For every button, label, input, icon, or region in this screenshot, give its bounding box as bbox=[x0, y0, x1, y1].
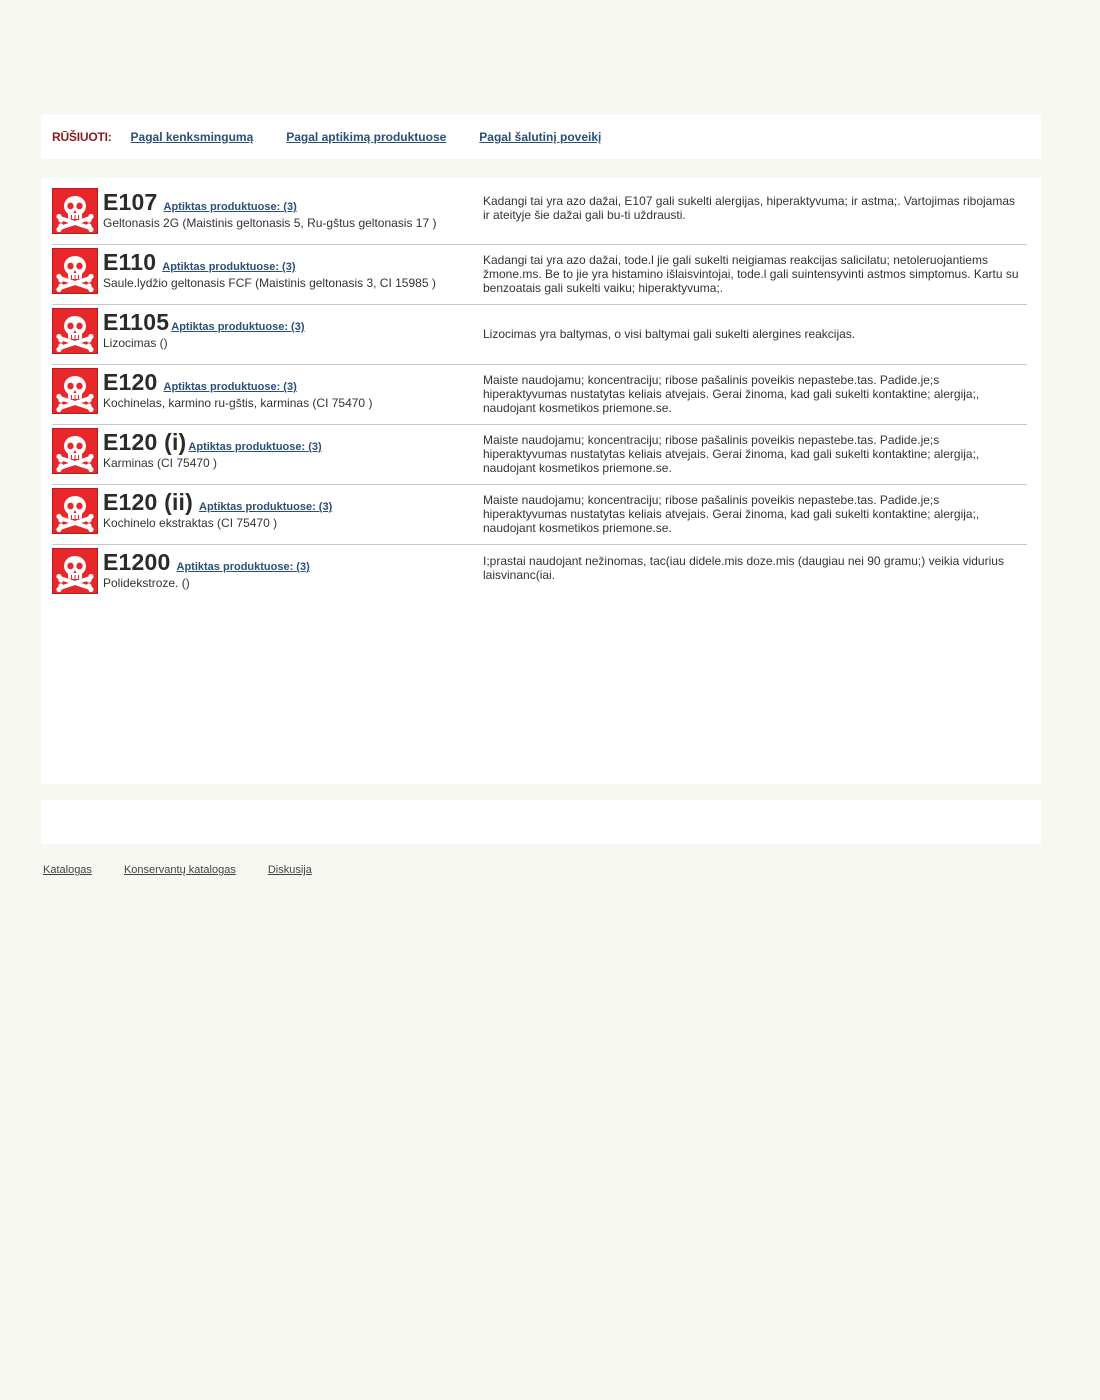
skull-crossbones-icon bbox=[52, 248, 98, 294]
additive-name: Lizocimas () bbox=[103, 336, 168, 350]
footer-link-discussion[interactable]: Diskusija bbox=[268, 864, 312, 876]
list-item: E107 Aptiktas produktuose: (3) Geltonasi… bbox=[52, 185, 1027, 245]
found-in-products-link[interactable]: Aptiktas produktuose: (3) bbox=[164, 201, 297, 213]
additive-name: Polidekstroze. () bbox=[103, 576, 190, 590]
additive-description: Lizocimas yra baltymas, o visi baltymai … bbox=[483, 326, 856, 341]
skull-crossbones-icon bbox=[52, 188, 98, 234]
skull-crossbones-icon bbox=[52, 428, 98, 474]
additive-name: Kochinelas, karmino ru-gštis, karminas (… bbox=[103, 396, 373, 410]
additive-name: Kochinelo ekstraktas (CI 75470 ) bbox=[103, 516, 278, 530]
additive-code: E110 bbox=[103, 249, 157, 275]
list-item: E120 (ii) Aptiktas produktuose: (3) Koch… bbox=[52, 485, 1027, 545]
additive-name: Saule.lydžio geltonasis FCF (Maistinis g… bbox=[103, 276, 436, 290]
additive-code: E120 (ii) bbox=[103, 489, 194, 515]
found-in-products-link[interactable]: Aptiktas produktuose: (3) bbox=[199, 501, 332, 513]
additive-description: Kadangi tai yra azo dažai, tode.l jie ga… bbox=[483, 252, 1019, 295]
additive-description: I;prastai naudojant nežinomas, tac(iau d… bbox=[483, 554, 1004, 582]
list-item: E1200 Aptiktas produktuose: (3) Polideks… bbox=[52, 545, 1027, 605]
found-in-products-link[interactable]: Aptiktas produktuose: (3) bbox=[188, 441, 321, 453]
skull-crossbones-icon bbox=[52, 368, 98, 414]
list-item: E1105 Aptiktas produktuose: (3) Lizocima… bbox=[52, 305, 1027, 365]
footer-nav: Katalogas Konservantų katalogas Diskusij… bbox=[43, 864, 344, 876]
sort-by-side-effect-link[interactable]: Pagal šalutinį poveikį bbox=[479, 130, 601, 144]
additive-list: E107 Aptiktas produktuose: (3) Geltonasi… bbox=[41, 178, 1041, 784]
list-item: E120 (i) Aptiktas produktuose: (3) Karmi… bbox=[52, 425, 1027, 485]
found-in-products-link[interactable]: Aptiktas produktuose: (3) bbox=[171, 321, 304, 333]
additive-description: Maiste naudojamu; koncentraciju; ribose … bbox=[483, 492, 980, 535]
additive-name: Geltonasis 2G (Maistinis geltonasis 5, R… bbox=[103, 216, 437, 230]
empty-panel bbox=[41, 800, 1041, 844]
footer-link-preservatives-catalog[interactable]: Konservantų katalogas bbox=[124, 864, 236, 876]
sort-by-occurrence-link[interactable]: Pagal aptikimą produktuose bbox=[286, 130, 446, 144]
additive-description: Kadangi tai yra azo dažai, E107 gali suk… bbox=[483, 194, 1016, 222]
additive-code: E1200 bbox=[103, 549, 171, 575]
found-in-products-link[interactable]: Aptiktas produktuose: (3) bbox=[162, 261, 295, 273]
additive-code: E120 bbox=[103, 369, 158, 395]
additive-code: E107 bbox=[103, 189, 158, 215]
list-item: E110 Aptiktas produktuose: (3) Saule.lyd… bbox=[52, 245, 1027, 305]
found-in-products-link[interactable]: Aptiktas produktuose: (3) bbox=[164, 381, 297, 393]
found-in-products-link[interactable]: Aptiktas produktuose: (3) bbox=[177, 561, 310, 573]
sort-label: RŪŠIUOTI: bbox=[52, 130, 112, 144]
skull-crossbones-icon bbox=[52, 488, 98, 534]
footer-link-catalog[interactable]: Katalogas bbox=[43, 864, 92, 876]
additive-code: E1105 bbox=[103, 309, 170, 335]
additive-description: Maiste naudojamu; koncentraciju; ribose … bbox=[483, 432, 980, 475]
additive-code: E120 (i) bbox=[103, 429, 187, 455]
skull-crossbones-icon bbox=[52, 548, 98, 594]
sort-by-harmfulness-link[interactable]: Pagal kenksmingumą bbox=[131, 130, 254, 144]
sort-bar: RŪŠIUOTI: Pagal kenksmingumą Pagal aptik… bbox=[41, 115, 1041, 159]
additive-description: Maiste naudojamu; koncentraciju; ribose … bbox=[483, 372, 980, 415]
skull-crossbones-icon bbox=[52, 308, 98, 354]
additive-name: Karminas (CI 75470 ) bbox=[103, 456, 218, 470]
list-item: E120 Aptiktas produktuose: (3) Kochinela… bbox=[52, 365, 1027, 425]
